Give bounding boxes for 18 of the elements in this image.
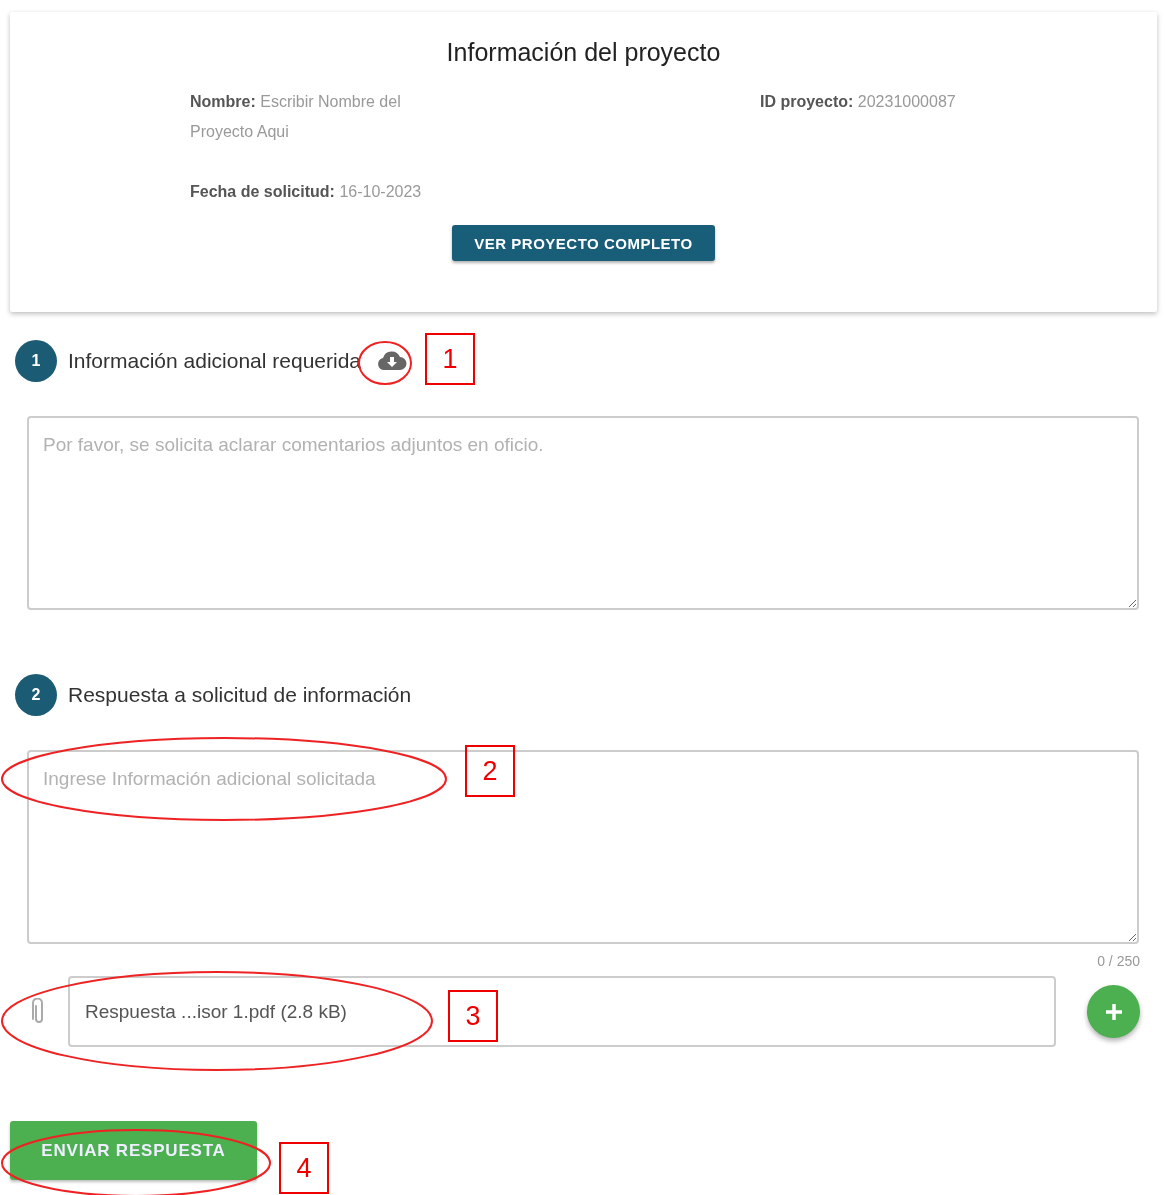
add-button[interactable] xyxy=(1087,985,1140,1038)
annotation-number: 4 xyxy=(279,1142,329,1194)
info-field: Nombre: Escribir Nombre del Proyecto Aqui xyxy=(190,87,440,147)
step-number: 2 xyxy=(15,674,57,716)
annotation-number: 3 xyxy=(448,990,498,1042)
card-title: Información del proyecto xyxy=(446,38,721,67)
plus-icon xyxy=(1103,1001,1124,1022)
paperclip-icon[interactable] xyxy=(32,997,46,1026)
info-field: Fecha de solicitud: 16-10-2023 xyxy=(190,177,440,207)
annotation-number: 1 xyxy=(425,333,475,385)
character-counter: 0 / 250 xyxy=(1097,953,1140,969)
step-number: 1 xyxy=(15,340,57,382)
step-title: Respuesta a solicitud de información xyxy=(68,683,412,707)
text-area[interactable]: Por favor, se solicita aclarar comentarios adjuntos en oficio. xyxy=(27,416,1139,610)
view-project-button[interactable]: VER PROYECTO COMPLETO xyxy=(452,225,715,261)
cloud-download-icon[interactable] xyxy=(377,350,407,372)
info-field: ID proyecto: 20231000087 xyxy=(760,87,977,147)
annotation-number: 2 xyxy=(465,745,515,797)
